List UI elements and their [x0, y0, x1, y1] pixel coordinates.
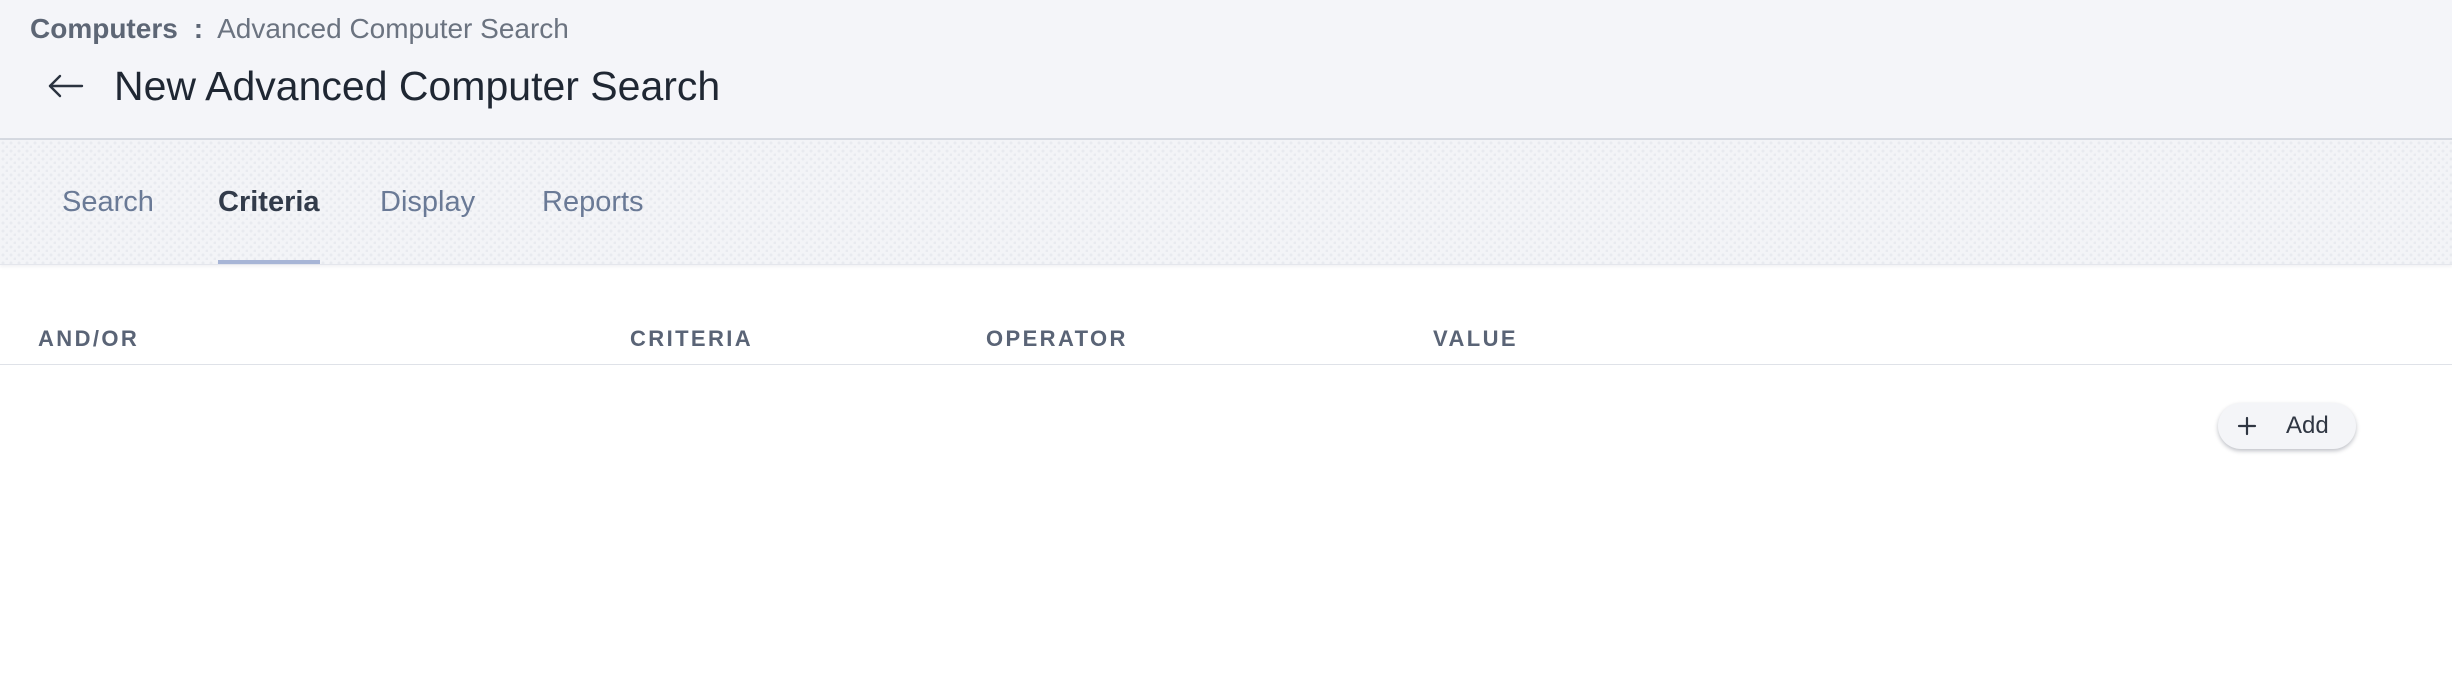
column-header-and-or: AND/OR	[38, 326, 140, 351]
add-button-label: Add	[2286, 412, 2329, 439]
column-header-criteria: CRITERIA	[630, 326, 754, 351]
tab-reports-label: Reports	[542, 185, 644, 218]
back-button[interactable]	[44, 64, 88, 108]
tab-reports[interactable]: Reports	[542, 140, 644, 264]
breadcrumb: Computers : Advanced Computer Search	[30, 10, 569, 48]
page-header: Computers : Advanced Computer Search New…	[0, 0, 2452, 140]
column-header-value: VALUE	[1433, 326, 1518, 351]
arrow-left-icon	[48, 74, 84, 98]
breadcrumb-computers-link[interactable]: Computers	[30, 13, 178, 45]
table-header-divider	[0, 364, 2452, 365]
breadcrumb-separator: :	[193, 13, 204, 44]
plus-icon	[2237, 416, 2257, 436]
column-header-operator: OPERATOR	[986, 326, 1128, 351]
tab-display-label: Display	[380, 185, 476, 218]
tab-criteria[interactable]: Criteria	[218, 140, 320, 264]
page-title: New Advanced Computer Search	[114, 63, 721, 109]
tab-bar: Search Criteria Display Reports	[0, 140, 2452, 265]
breadcrumb-current: Advanced Computer Search	[217, 13, 569, 44]
tab-criteria-label: Criteria	[218, 185, 320, 218]
tab-search[interactable]: Search	[62, 140, 154, 264]
tab-display[interactable]: Display	[380, 140, 475, 264]
active-tab-indicator	[218, 260, 320, 264]
tab-search-label: Search	[62, 185, 154, 218]
add-criteria-button[interactable]: Add	[2218, 403, 2356, 449]
